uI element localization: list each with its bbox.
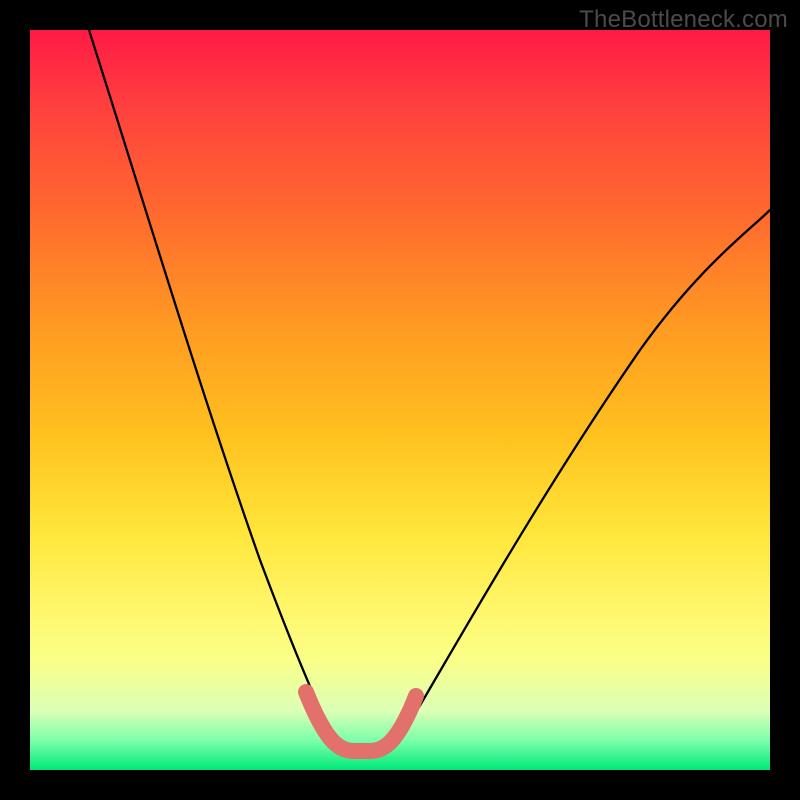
bottleneck-curve-left xyxy=(89,30,348,750)
valley-highlight xyxy=(306,692,416,751)
bottleneck-curve-right xyxy=(375,210,770,750)
chart-stage: TheBottleneck.com xyxy=(0,0,800,800)
watermark-text: TheBottleneck.com xyxy=(579,6,788,34)
curve-layer xyxy=(30,30,770,770)
plot-area xyxy=(30,30,770,770)
